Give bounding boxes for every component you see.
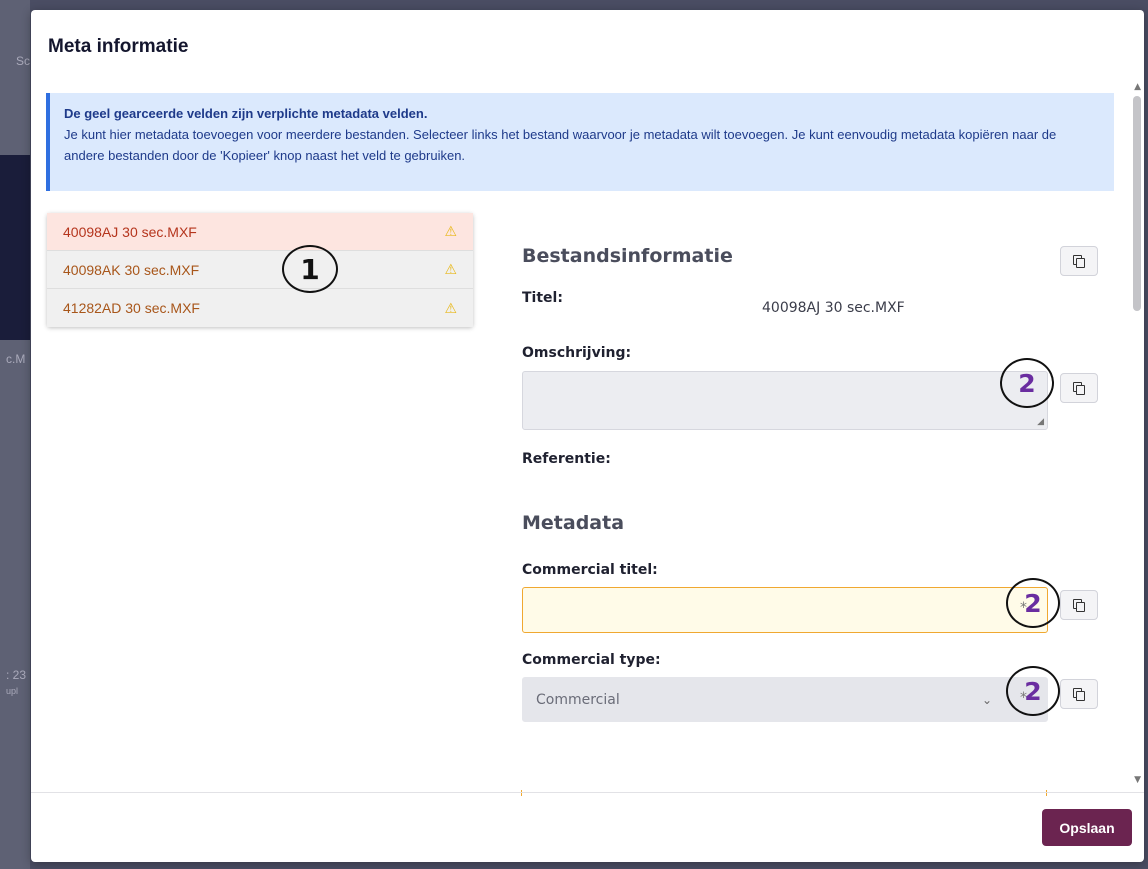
info-message: De geel gearceerde velden zijn verplicht… — [46, 93, 1114, 191]
background-sidebar — [0, 0, 30, 869]
file-name: 40098AJ 30 sec.MXF — [63, 223, 197, 240]
background-thumbnail — [0, 155, 30, 340]
file-name: 40098AK 30 sec.MXF — [63, 261, 200, 278]
background-text: : 23 — [6, 668, 27, 682]
scroll-up-arrow-icon[interactable]: ▲ — [1134, 82, 1141, 92]
commercial-type-select[interactable]: Commercial ⌄ — [522, 677, 1048, 722]
reference-label: Referentie: — [522, 451, 611, 467]
commercial-type-label: Commercial type: — [522, 652, 661, 668]
description-textarea[interactable]: ◢ — [522, 371, 1048, 430]
background-text: c.M — [6, 352, 26, 366]
file-list-item[interactable]: 40098AJ 30 sec.MXF ⚠ — [47, 213, 473, 251]
warning-icon: ⚠ — [444, 299, 457, 316]
commercial-title-input[interactable] — [522, 587, 1048, 633]
copy-button[interactable] — [1060, 373, 1098, 403]
file-name: 41282AD 30 sec.MXF — [63, 300, 200, 316]
commercial-type-value: Commercial — [536, 692, 620, 708]
title-label: Titel: — [522, 290, 563, 306]
section-title-metadata: Metadata — [522, 512, 625, 534]
scrollbar-thumb[interactable] — [1133, 96, 1141, 311]
copy-icon — [1073, 255, 1085, 268]
copy-button[interactable] — [1060, 590, 1098, 620]
annotation-marker-2: 2 — [1006, 666, 1060, 716]
info-heading: De geel gearceerde velden zijn verplicht… — [64, 106, 428, 121]
file-list: 40098AJ 30 sec.MXF ⚠ 40098AK 30 sec.MXF … — [47, 213, 473, 327]
warning-icon: ⚠ — [444, 223, 457, 239]
copy-icon — [1073, 688, 1085, 701]
commercial-title-label: Commercial titel: — [522, 562, 658, 578]
scroll-down-arrow-icon[interactable]: ▼ — [1134, 775, 1141, 785]
file-list-item[interactable]: 41282AD 30 sec.MXF ⚠ — [47, 289, 473, 327]
background-text: upl — [6, 686, 19, 696]
annotation-marker-2: 2 — [1006, 578, 1060, 628]
section-title-file-info: Bestandsinformatie — [522, 245, 733, 267]
copy-button[interactable] — [1060, 679, 1098, 709]
save-button[interactable]: Opslaan — [1042, 809, 1132, 846]
background-text: Sc — [16, 54, 31, 68]
copy-icon — [1073, 382, 1085, 395]
annotation-marker-2: 2 — [1000, 358, 1054, 408]
copy-icon — [1073, 599, 1085, 612]
copy-button[interactable] — [1060, 246, 1098, 276]
chevron-down-icon: ⌄ — [981, 693, 992, 707]
modal-title: Meta informatie — [48, 36, 189, 57]
description-label: Omschrijving: — [522, 345, 632, 361]
meta-info-modal: Meta informatie De geel gearceerde velde… — [31, 10, 1144, 862]
file-list-item[interactable]: 40098AK 30 sec.MXF ⚠ — [47, 251, 473, 289]
title-value: 40098AJ 30 sec.MXF — [762, 300, 905, 316]
annotation-marker-1: 1 — [282, 245, 338, 293]
resize-handle-icon[interactable]: ◢ — [1037, 417, 1044, 427]
warning-icon: ⚠ — [444, 261, 457, 277]
next-required-field[interactable] — [521, 790, 1047, 796]
footer-divider — [31, 792, 1144, 793]
info-body: Je kunt hier metadata toevoegen voor mee… — [64, 127, 1057, 163]
